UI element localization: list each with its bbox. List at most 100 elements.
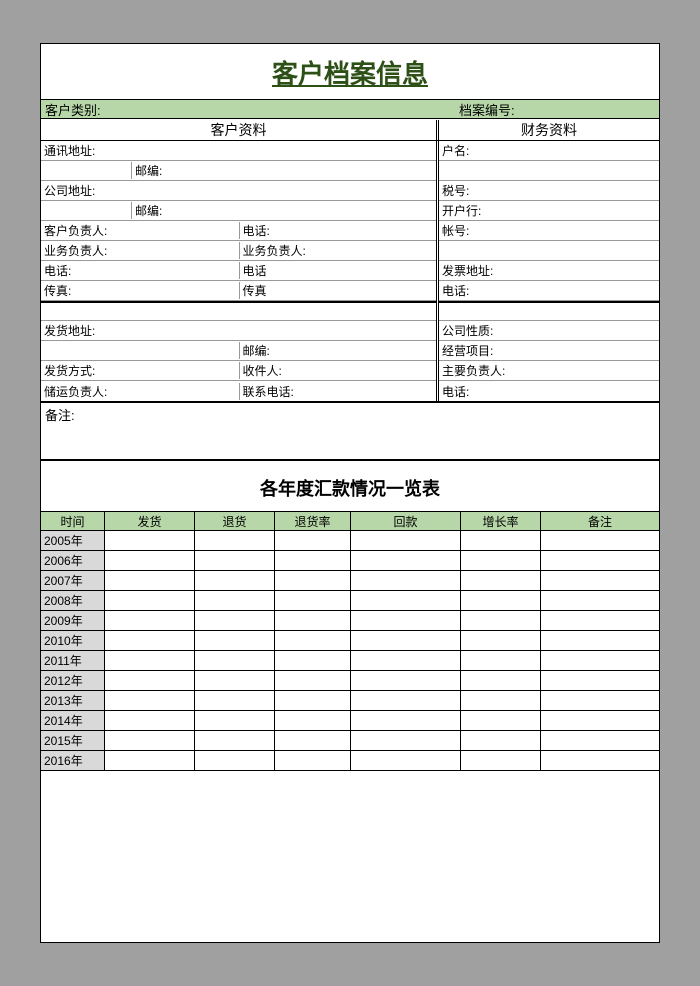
return-cell[interactable] bbox=[195, 631, 275, 650]
customer-section-header: 客户资料 bbox=[41, 120, 439, 140]
return-cell[interactable] bbox=[195, 711, 275, 730]
return-cell[interactable] bbox=[195, 611, 275, 630]
return-cell[interactable] bbox=[195, 591, 275, 610]
payment-cell[interactable] bbox=[351, 551, 461, 570]
customer-info-panel: 通讯地址: 邮编: 公司地址: 邮编: 客户负责人:电话: 业务负责人:业务负责… bbox=[41, 141, 439, 401]
growth-cell[interactable] bbox=[461, 591, 541, 610]
table-row: 2013年 bbox=[41, 691, 659, 711]
return-cell[interactable] bbox=[195, 551, 275, 570]
return-rate-cell[interactable] bbox=[275, 711, 351, 730]
return-rate-cell[interactable] bbox=[275, 551, 351, 570]
year-cell: 2007年 bbox=[41, 571, 105, 590]
phone-label: 电话: bbox=[239, 222, 437, 239]
payment-cell[interactable] bbox=[351, 671, 461, 690]
ship-cell[interactable] bbox=[105, 731, 195, 750]
note-cell[interactable] bbox=[541, 731, 659, 750]
ship-cell[interactable] bbox=[105, 711, 195, 730]
note-cell[interactable] bbox=[541, 751, 659, 770]
growth-cell[interactable] bbox=[461, 631, 541, 650]
ship-cell[interactable] bbox=[105, 671, 195, 690]
col-note-header: 备注 bbox=[541, 512, 659, 530]
note-cell[interactable] bbox=[541, 611, 659, 630]
finance-info-panel: 户名: 税号: 开户行: 帐号: 发票地址: 电话: 公司性质: 经营项目: 主… bbox=[439, 141, 659, 401]
return-rate-cell[interactable] bbox=[275, 531, 351, 550]
note-cell[interactable] bbox=[541, 691, 659, 710]
return-cell[interactable] bbox=[195, 651, 275, 670]
payment-cell[interactable] bbox=[351, 631, 461, 650]
payment-cell[interactable] bbox=[351, 751, 461, 770]
payment-cell[interactable] bbox=[351, 691, 461, 710]
return-rate-cell[interactable] bbox=[275, 591, 351, 610]
logistics-manager-label: 储运负责人: bbox=[41, 383, 239, 400]
ship-cell[interactable] bbox=[105, 531, 195, 550]
fax2-label: 传真 bbox=[239, 282, 437, 299]
receiver-label: 收件人: bbox=[239, 362, 437, 379]
payment-cell[interactable] bbox=[351, 611, 461, 630]
return-cell[interactable] bbox=[195, 751, 275, 770]
growth-cell[interactable] bbox=[461, 551, 541, 570]
return-rate-cell[interactable] bbox=[275, 651, 351, 670]
ship-cell[interactable] bbox=[105, 551, 195, 570]
return-cell[interactable] bbox=[195, 691, 275, 710]
file-number-label: 档案编号: bbox=[459, 100, 659, 119]
ship-cell[interactable] bbox=[105, 591, 195, 610]
return-rate-cell[interactable] bbox=[275, 571, 351, 590]
table-row: 2008年 bbox=[41, 591, 659, 611]
return-cell[interactable] bbox=[195, 671, 275, 690]
note-cell[interactable] bbox=[541, 631, 659, 650]
return-cell[interactable] bbox=[195, 531, 275, 550]
header-row: 客户类别: 档案编号: bbox=[41, 99, 659, 119]
return-rate-cell[interactable] bbox=[275, 671, 351, 690]
company-address-label: 公司地址: bbox=[41, 182, 95, 199]
note-cell[interactable] bbox=[541, 711, 659, 730]
table-row: 2010年 bbox=[41, 631, 659, 651]
ship-cell[interactable] bbox=[105, 611, 195, 630]
growth-cell[interactable] bbox=[461, 731, 541, 750]
ship-cell[interactable] bbox=[105, 751, 195, 770]
growth-cell[interactable] bbox=[461, 751, 541, 770]
return-rate-cell[interactable] bbox=[275, 731, 351, 750]
growth-cell[interactable] bbox=[461, 531, 541, 550]
year-cell: 2011年 bbox=[41, 651, 105, 670]
phone2-label: 电话: bbox=[41, 262, 239, 279]
payment-cell[interactable] bbox=[351, 531, 461, 550]
return-rate-cell[interactable] bbox=[275, 611, 351, 630]
table-row: 2015年 bbox=[41, 731, 659, 751]
ship-cell[interactable] bbox=[105, 651, 195, 670]
section-headers: 客户资料 财务资料 bbox=[41, 119, 659, 141]
return-rate-cell[interactable] bbox=[275, 631, 351, 650]
remarks-field[interactable]: 备注: bbox=[41, 401, 659, 461]
table-row: 2009年 bbox=[41, 611, 659, 631]
ship-cell[interactable] bbox=[105, 571, 195, 590]
growth-cell[interactable] bbox=[461, 611, 541, 630]
payment-cell[interactable] bbox=[351, 651, 461, 670]
note-cell[interactable] bbox=[541, 591, 659, 610]
note-cell[interactable] bbox=[541, 651, 659, 670]
payment-cell[interactable] bbox=[351, 711, 461, 730]
return-cell[interactable] bbox=[195, 731, 275, 750]
growth-cell[interactable] bbox=[461, 651, 541, 670]
growth-cell[interactable] bbox=[461, 571, 541, 590]
payment-cell[interactable] bbox=[351, 571, 461, 590]
business-manager2-label: 业务负责人: bbox=[239, 242, 437, 259]
note-cell[interactable] bbox=[541, 551, 659, 570]
year-cell: 2013年 bbox=[41, 691, 105, 710]
year-cell: 2008年 bbox=[41, 591, 105, 610]
payment-cell[interactable] bbox=[351, 591, 461, 610]
business-manager-label: 业务负责人: bbox=[41, 242, 239, 259]
payment-cell[interactable] bbox=[351, 731, 461, 750]
note-cell[interactable] bbox=[541, 671, 659, 690]
year-cell: 2006年 bbox=[41, 551, 105, 570]
return-rate-cell[interactable] bbox=[275, 691, 351, 710]
table-row: 2011年 bbox=[41, 651, 659, 671]
ship-cell[interactable] bbox=[105, 691, 195, 710]
note-cell[interactable] bbox=[541, 571, 659, 590]
form-title: 客户档案信息 bbox=[41, 44, 659, 99]
growth-cell[interactable] bbox=[461, 711, 541, 730]
ship-cell[interactable] bbox=[105, 631, 195, 650]
return-rate-cell[interactable] bbox=[275, 751, 351, 770]
growth-cell[interactable] bbox=[461, 691, 541, 710]
return-cell[interactable] bbox=[195, 571, 275, 590]
note-cell[interactable] bbox=[541, 531, 659, 550]
growth-cell[interactable] bbox=[461, 671, 541, 690]
